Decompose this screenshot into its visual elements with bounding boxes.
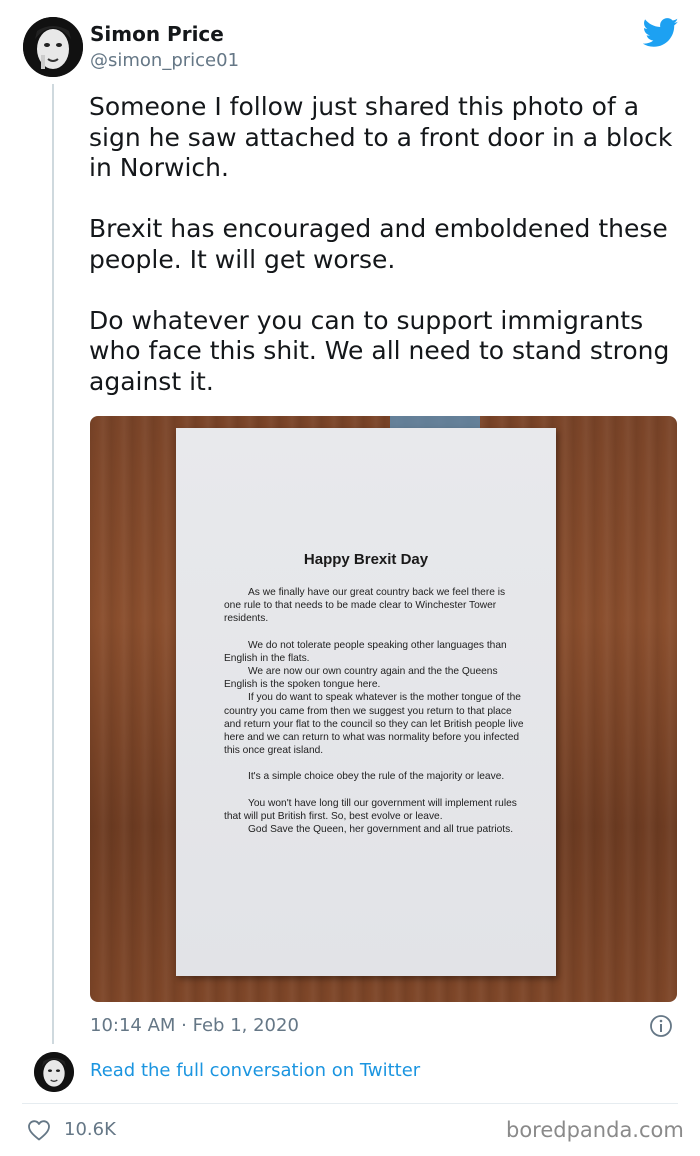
- thread-line: [52, 84, 54, 1044]
- sign-paragraph: You won't have long till our government …: [224, 797, 517, 822]
- like-count: 10.6K: [64, 1119, 116, 1140]
- tape: [390, 416, 480, 428]
- info-icon[interactable]: [649, 1014, 673, 1038]
- twitter-bird-icon[interactable]: [643, 18, 679, 48]
- sign-paragraph: If you do want to speak whatever is the …: [224, 692, 524, 757]
- sign-paragraph: God Save the Queen, her government and a…: [248, 824, 514, 836]
- sign-paragraph: As we finally have our great country bac…: [224, 587, 506, 625]
- sign-title: Happy Brexit Day: [303, 551, 429, 568]
- sign-paper: Happy Brexit Day As we finally have our …: [176, 428, 556, 976]
- read-conversation-link[interactable]: Read the full conversation on Twitter: [90, 1060, 420, 1081]
- divider: [22, 1103, 678, 1104]
- tweet-timestamp[interactable]: 10:14 AM · Feb 1, 2020: [90, 1015, 299, 1036]
- author-avatar[interactable]: [23, 17, 83, 77]
- watermark: boredpanda.com: [506, 1118, 684, 1142]
- reply-avatar[interactable]: [34, 1052, 74, 1092]
- sign-body: As we finally have our great country bac…: [224, 586, 524, 836]
- author-handle[interactable]: @simon_price01: [90, 50, 239, 71]
- sign-paragraph: We do not tolerate people speaking other…: [224, 639, 507, 664]
- tweet-text: Someone I follow just shared this photo …: [89, 92, 673, 396]
- author-name[interactable]: Simon Price: [90, 22, 224, 46]
- tweet-photo[interactable]: Happy Brexit Day As we finally have our …: [90, 416, 677, 1002]
- heart-icon[interactable]: [27, 1119, 51, 1141]
- sign-paragraph: It's a simple choice obey the rule of th…: [248, 771, 505, 783]
- sign-paragraph: We are now our own country again and the…: [224, 666, 498, 691]
